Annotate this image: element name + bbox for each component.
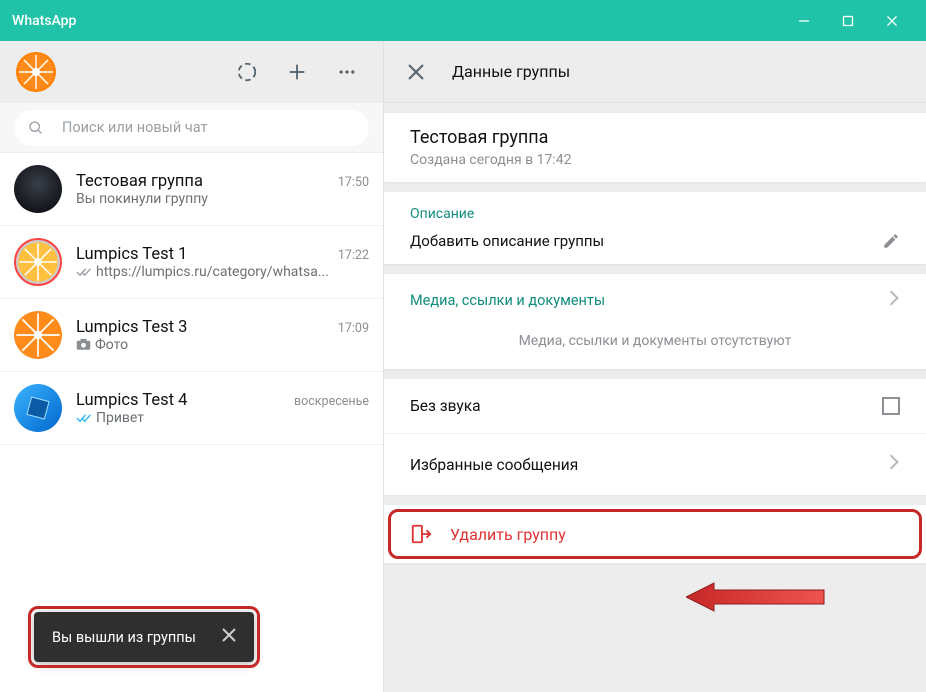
chat-snippet: Фото <box>76 337 369 353</box>
media-card[interactable]: Медиа, ссылки и документы Медиа, ссылки … <box>384 274 926 369</box>
orange-slice-icon <box>14 311 62 359</box>
chat-item[interactable]: Lumpics Test 1 17:22 https://lumpics.ru/… <box>0 226 383 299</box>
window-close-button[interactable] <box>870 0 914 41</box>
mute-checkbox[interactable] <box>882 397 900 415</box>
double-check-read-icon <box>76 412 92 424</box>
window-minimize-button[interactable] <box>782 0 826 41</box>
edit-icon[interactable] <box>882 232 900 250</box>
chat-name: Lumpics Test 1 <box>76 245 338 264</box>
starred-label: Избранные сообщения <box>410 456 888 474</box>
chat-item[interactable]: Lumpics Test 3 17:09 Фото <box>0 299 383 372</box>
chat-name: Lumpics Test 4 <box>76 391 294 410</box>
search-icon <box>28 120 44 136</box>
chat-name: Тестовая группа <box>76 172 338 191</box>
chat-time: воскресенье <box>294 394 369 409</box>
chat-name: Lumpics Test 3 <box>76 318 338 337</box>
mute-label: Без звука <box>410 397 882 415</box>
chat-list-panel: Тестовая группа 17:50 Вы покинули группу <box>0 41 384 692</box>
new-chat-icon[interactable] <box>277 52 317 92</box>
chat-time: 17:50 <box>338 175 369 190</box>
status-icon[interactable] <box>227 52 267 92</box>
group-description-card[interactable]: Описание Добавить описание группы <box>384 192 926 264</box>
chevron-right-icon <box>888 452 900 477</box>
orange-slice-icon <box>16 52 56 92</box>
cube-icon <box>18 388 57 427</box>
chat-avatar <box>14 311 62 359</box>
window-titlebar: WhatsApp <box>0 0 926 41</box>
window-title: WhatsApp <box>12 13 782 29</box>
group-info-panel: Данные группы Тестовая группа Создана се… <box>384 41 926 692</box>
chat-item[interactable]: Lumpics Test 4 воскресенье Привет <box>0 372 383 445</box>
search-row <box>0 103 383 153</box>
delete-group-label: Удалить группу <box>450 525 566 544</box>
toast-text: Вы вышли из группы <box>52 629 196 646</box>
toast-notification: Вы вышли из группы <box>34 612 254 662</box>
mute-row[interactable]: Без звука <box>384 379 926 433</box>
group-created: Создана сегодня в 17:42 <box>410 152 900 168</box>
chat-list-header <box>0 41 383 103</box>
chevron-right-icon <box>888 288 900 313</box>
orange-slice-icon <box>16 240 60 284</box>
media-label: Медиа, ссылки и документы <box>410 292 888 309</box>
group-info-header: Данные группы <box>384 41 926 103</box>
delete-group-button[interactable]: Удалить группу <box>384 505 926 563</box>
group-name: Тестовая группа <box>410 127 900 148</box>
starred-row[interactable]: Избранные сообщения <box>384 434 926 495</box>
exit-icon <box>410 523 432 545</box>
menu-icon[interactable] <box>327 52 367 92</box>
close-panel-button[interactable] <box>404 60 428 84</box>
search-box[interactable] <box>14 110 369 146</box>
search-input[interactable] <box>62 119 355 136</box>
chat-time: 17:09 <box>338 321 369 336</box>
description-label: Описание <box>410 206 900 222</box>
user-avatar[interactable] <box>16 52 56 92</box>
chat-avatar <box>14 384 62 432</box>
double-check-icon <box>76 266 92 278</box>
chat-item[interactable]: Тестовая группа 17:50 Вы покинули группу <box>0 153 383 226</box>
media-empty-text: Медиа, ссылки и документы отсутствуют <box>410 313 900 355</box>
chat-time: 17:22 <box>338 248 369 263</box>
camera-icon <box>76 338 91 351</box>
panel-title: Данные группы <box>452 62 570 81</box>
chat-avatar <box>14 238 62 286</box>
group-title-card: Тестовая группа Создана сегодня в 17:42 <box>384 113 926 182</box>
window-maximize-button[interactable] <box>826 0 870 41</box>
settings-card: Без звука Избранные сообщения <box>384 379 926 495</box>
chat-avatar <box>14 165 62 213</box>
toast-close-button[interactable] <box>222 628 236 646</box>
chat-snippet: https://lumpics.ru/category/whatsa... <box>76 264 369 280</box>
chat-snippet: Привет <box>76 410 369 426</box>
description-text: Добавить описание группы <box>410 232 882 250</box>
chat-snippet: Вы покинули группу <box>76 191 369 207</box>
